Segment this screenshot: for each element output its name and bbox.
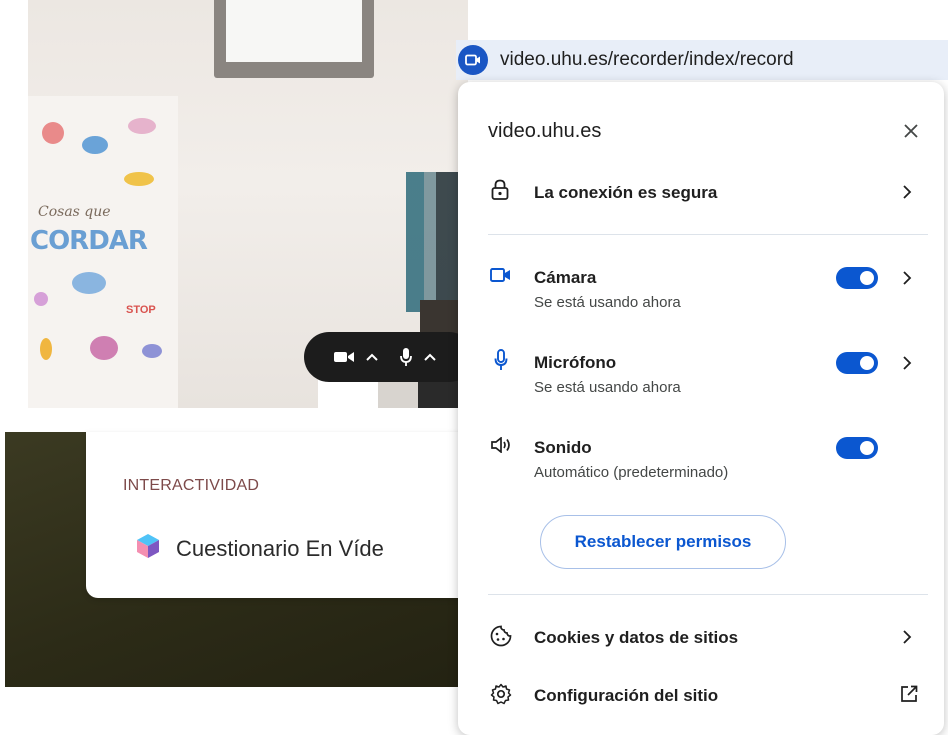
- video-bottom-strip: [318, 380, 468, 408]
- camera-toggle[interactable]: [836, 267, 878, 289]
- close-button[interactable]: [898, 118, 924, 144]
- camera-permission-row[interactable]: Cámara Se está usando ahora: [458, 262, 944, 314]
- camera-label: Cámara: [534, 268, 597, 287]
- url-text[interactable]: video.uhu.es/recorder/index/record: [500, 49, 794, 71]
- site-settings-row[interactable]: Configuración del sitio: [458, 680, 944, 710]
- microphone-status: Se está usando ahora: [534, 379, 681, 396]
- card-heading: INTERACTIVIDAD: [123, 477, 260, 494]
- camera-icon[interactable]: [334, 350, 354, 364]
- divider: [488, 234, 928, 235]
- poster-text-1: Cosas que: [38, 204, 111, 220]
- poster-text-2: CORDAR: [30, 226, 148, 256]
- site-settings-label: Configuración del sitio: [534, 686, 719, 705]
- gear-icon: [490, 683, 512, 710]
- media-control-bar: [304, 332, 474, 382]
- chevron-right-icon[interactable]: [902, 355, 912, 376]
- chevron-right-icon: [902, 629, 912, 650]
- window-glass: [226, 0, 362, 62]
- cookies-label: Cookies y datos de sitios: [534, 628, 739, 647]
- camera-status: Se está usando ahora: [534, 294, 681, 311]
- camera-options-chevron-icon[interactable]: [366, 353, 378, 361]
- quiz-item[interactable]: Cuestionario En Víde: [136, 533, 384, 564]
- cookies-row[interactable]: Cookies y datos de sitios: [458, 622, 944, 652]
- sound-status: Automático (predeterminado): [534, 464, 729, 481]
- video-camera-icon[interactable]: [458, 45, 488, 75]
- close-icon: [904, 124, 918, 138]
- site-info-popup: video.uhu.es La conexión es segura Cámar…: [458, 82, 944, 735]
- cube-icon: [136, 533, 160, 564]
- lock-icon: [490, 179, 510, 206]
- popup-title: video.uhu.es: [488, 120, 602, 142]
- open-external-icon[interactable]: [900, 685, 918, 708]
- cookie-icon: [490, 625, 512, 652]
- sound-permission-row[interactable]: Sonido Automático (predeterminado): [458, 432, 944, 484]
- divider: [488, 594, 928, 595]
- connection-row[interactable]: La conexión es segura: [458, 174, 944, 210]
- quiz-item-label: Cuestionario En Víde: [176, 535, 384, 561]
- chevron-right-icon: [902, 184, 912, 205]
- mic-options-chevron-icon[interactable]: [424, 353, 436, 361]
- microphone-icon: [494, 349, 508, 376]
- sound-label: Sonido: [534, 438, 592, 457]
- interactivity-card: INTERACTIVIDAD Cuestionario En Víde: [86, 432, 476, 598]
- poster: Cosas que CORDAR STOP: [28, 96, 178, 408]
- speaker-icon: [490, 436, 512, 458]
- address-bar[interactable]: video.uhu.es/recorder/index/record: [456, 40, 948, 80]
- connection-label: La conexión es segura: [534, 183, 718, 202]
- chevron-right-icon[interactable]: [902, 270, 912, 291]
- camera-icon: [490, 267, 512, 288]
- poster-text-3: STOP: [126, 304, 156, 316]
- reset-permissions-button[interactable]: Restablecer permisos: [540, 515, 786, 569]
- microphone-icon[interactable]: [400, 348, 412, 366]
- sound-toggle[interactable]: [836, 437, 878, 459]
- microphone-toggle[interactable]: [836, 352, 878, 374]
- microphone-permission-row[interactable]: Micrófono Se está usando ahora: [458, 347, 944, 399]
- microphone-label: Micrófono: [534, 353, 617, 372]
